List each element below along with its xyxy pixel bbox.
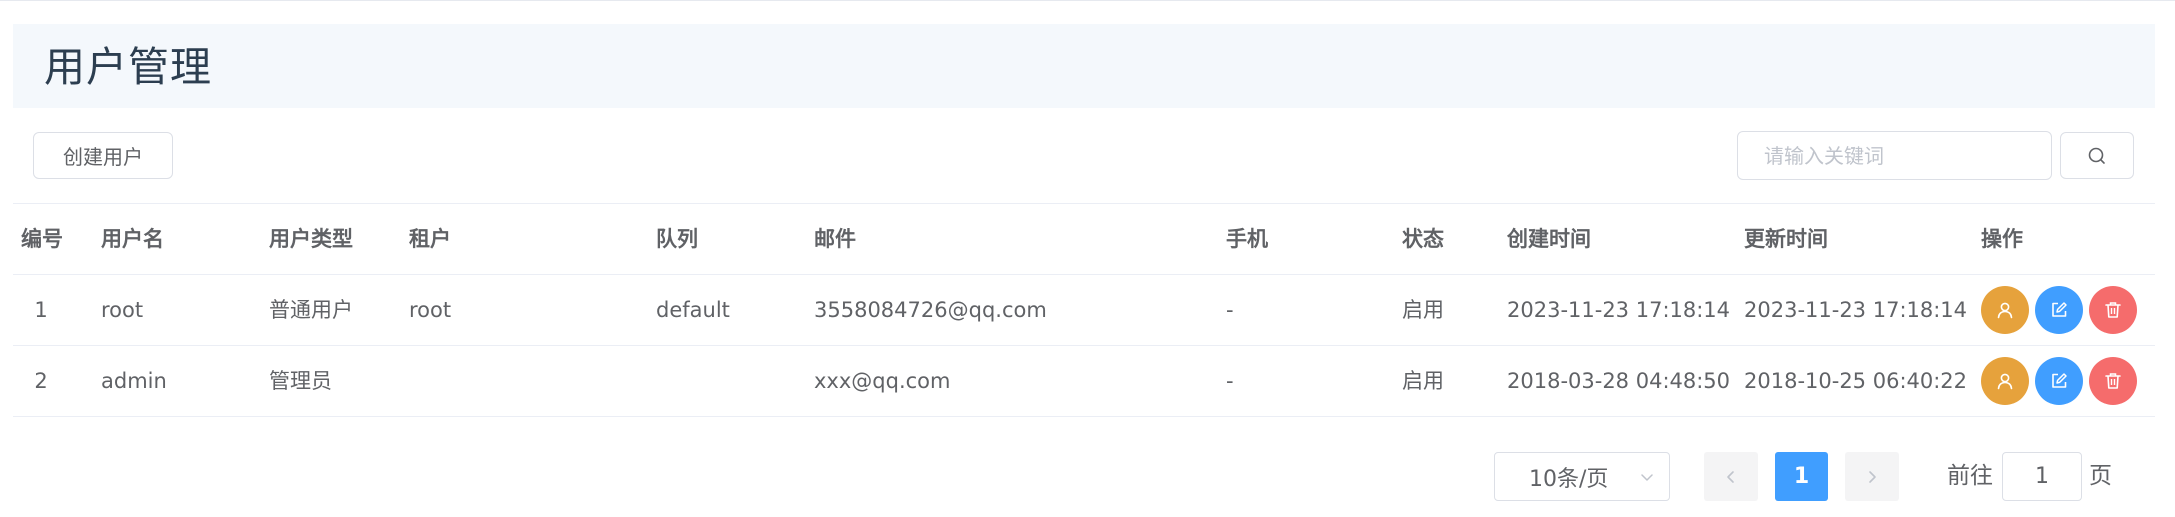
header-tenant: 租户 [409,227,451,251]
next-page-button[interactable] [1845,452,1899,501]
header-id: 编号 [21,227,63,251]
edit-button[interactable] [2035,286,2083,334]
chevron-down-icon [1641,474,1653,481]
cell-status: 启用 [1402,369,1444,393]
row-actions [1981,357,2137,405]
user-icon [1997,373,2013,390]
cell-created-time: 2018-03-28 04:48:50 [1507,369,1731,393]
cell-username: admin [101,369,167,393]
page-number-current[interactable]: 1 [1775,452,1828,501]
header-queue: 队列 [656,227,698,251]
goto-page-input[interactable] [2002,452,2082,501]
page-size-select[interactable]: 10条/页 [1494,452,1670,501]
table-row: 2 admin 管理员 xxx@qq.com - 启用 2018-03-28 0… [13,346,2155,417]
table-row: 1 root 普通用户 root default 3558084726@qq.c… [13,275,2155,346]
page-header: 用户管理 [13,24,2155,108]
cell-id: 2 [34,369,48,393]
delete-icon [2105,302,2121,318]
chevron-right-icon [1869,470,1876,483]
prev-page-button[interactable] [1704,452,1758,501]
search-icon [2088,147,2105,164]
page-size-label: 10条/页 [1529,466,1609,492]
top-divider [0,0,2175,1]
page-title: 用户管理 [44,43,212,91]
header-created-time: 创建时间 [1507,227,1591,251]
header-email: 邮件 [814,227,856,251]
assign-tenant-button[interactable] [1981,286,2029,334]
goto-label: 前往 [1947,463,1993,489]
cell-user-type: 管理员 [269,369,332,393]
cell-email: xxx@qq.com [814,369,951,393]
user-icon [1997,302,2013,319]
cell-username: root [101,298,144,322]
header-updated-time: 更新时间 [1744,227,1828,251]
cell-phone: - [1226,298,1234,322]
cell-user-type: 普通用户 [269,298,353,322]
header-status: 状态 [1402,227,1444,251]
cell-queue: default [656,298,730,322]
cell-status: 启用 [1402,298,1444,322]
create-user-button[interactable]: 创建用户 [33,132,173,179]
header-phone: 手机 [1226,227,1268,251]
delete-icon [2105,373,2121,389]
edit-icon [2052,373,2067,388]
header-actions: 操作 [1981,227,2023,251]
chevron-left-icon [1727,470,1734,483]
users-table: 编号 用户名 用户类型 租户 队列 邮件 手机 状态 创建时间 更新时间 操作 … [13,203,2155,417]
cell-id: 1 [34,298,48,322]
edit-button[interactable] [2035,357,2083,405]
table-header-row: 编号 用户名 用户类型 租户 队列 邮件 手机 状态 创建时间 更新时间 操作 [13,203,2155,275]
goto-suffix: 页 [2089,463,2112,489]
delete-button[interactable] [2089,357,2137,405]
cell-updated-time: 2018-10-25 06:40:22 [1744,369,1968,393]
pagination: 10条/页 1 前往 页 [0,450,2175,504]
cell-email: 3558084726@qq.com [814,298,1047,322]
header-username: 用户名 [101,227,164,251]
header-user-type: 用户类型 [269,227,353,251]
search-button[interactable] [2060,132,2134,179]
cell-updated-time: 2023-11-23 17:18:14 [1744,298,1968,322]
row-actions [1981,286,2137,334]
cell-tenant: root [409,298,452,322]
search-input[interactable] [1737,131,2052,180]
edit-icon [2052,302,2067,317]
cell-phone: - [1226,369,1234,393]
assign-tenant-button[interactable] [1981,357,2029,405]
delete-button[interactable] [2089,286,2137,334]
cell-created-time: 2023-11-23 17:18:14 [1507,298,1731,322]
